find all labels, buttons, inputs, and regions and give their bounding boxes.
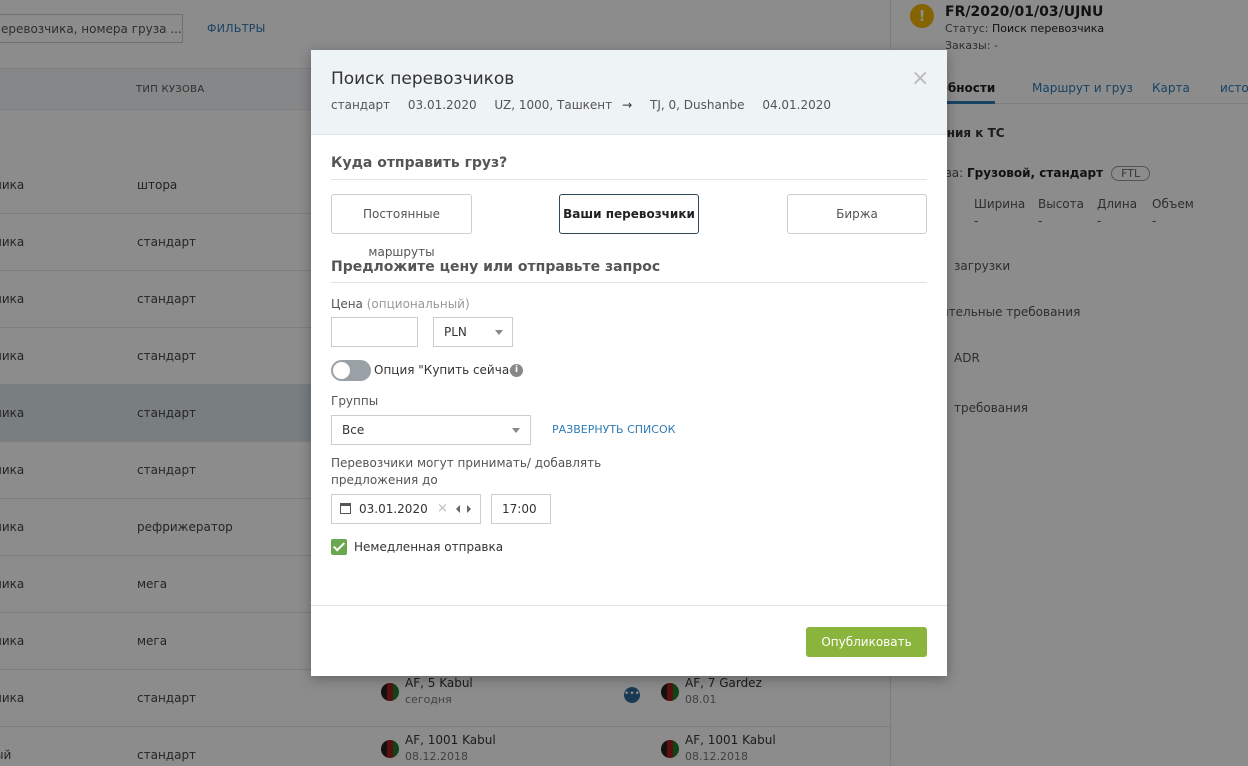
deadline-label-line-1: Перевозчики могут принимать/ добавлять: [331, 456, 602, 470]
info-icon[interactable]: i: [510, 364, 523, 377]
price-input[interactable]: [331, 317, 418, 347]
buy-now-label: Опция "Купить сейчас": [374, 363, 522, 377]
publish-button[interactable]: Опубликовать: [806, 627, 927, 657]
arrow-right-icon: →: [622, 98, 633, 112]
where-to-send-title: Куда отправить груз?: [331, 155, 508, 171]
deadline-time-input[interactable]: 17:00: [491, 494, 551, 524]
route-unload-date: 04.01.2020: [762, 98, 832, 112]
modal-footer: Опубликовать: [311, 605, 947, 676]
deadline-date-value: 03.01.2020: [359, 502, 428, 516]
carrier-search-modal: Поиск перевозчиков × стандарт 03.01.2020…: [311, 50, 947, 676]
price-label-text: Цена: [331, 297, 363, 311]
exchange-button[interactable]: Биржа: [787, 194, 927, 234]
groups-select[interactable]: Все: [331, 415, 531, 445]
immediate-send-label: Немедленная отправка: [354, 540, 504, 554]
close-icon[interactable]: ×: [911, 68, 929, 90]
chevron-down-icon: [495, 330, 503, 335]
divider: [331, 282, 927, 283]
chevron-down-icon: [512, 428, 520, 433]
deadline-date-picker[interactable]: 03.01.2020 ×: [331, 494, 481, 524]
your-carriers-button[interactable]: Ваши перевозчики: [559, 194, 699, 234]
modal-header: Поиск перевозчиков × стандарт 03.01.2020…: [311, 50, 947, 135]
price-label: Цена (опциональный): [331, 297, 470, 311]
toggle-knob: [333, 362, 350, 379]
chevron-right-icon[interactable]: [467, 505, 471, 513]
route-to: TJ, 0, Dushanbe: [650, 98, 745, 112]
chevron-left-icon[interactable]: [456, 505, 460, 513]
currency-value: PLN: [444, 325, 467, 339]
groups-label: Группы: [331, 394, 379, 408]
regular-routes-button[interactable]: Постоянные маршруты: [331, 194, 472, 259]
route-load-date: 03.01.2020: [407, 98, 477, 112]
route-body-type: стандарт: [331, 98, 391, 112]
divider: [331, 179, 927, 180]
route-summary: стандарт 03.01.2020 UZ, 1000, Ташкент → T…: [331, 98, 845, 112]
immediate-send-checkbox[interactable]: [331, 539, 347, 555]
buy-now-toggle[interactable]: [331, 360, 371, 381]
price-optional-hint: (опциональный): [366, 297, 470, 311]
clear-icon[interactable]: ×: [437, 495, 448, 523]
deadline-label-line-2: предложения до: [331, 473, 438, 487]
calendar-icon: [340, 503, 351, 514]
modal-title: Поиск перевозчиков: [331, 69, 515, 89]
offer-price-title: Предложите цену или отправьте запрос: [331, 259, 661, 275]
route-from: UZ, 1000, Ташкент: [494, 98, 613, 112]
groups-value: Все: [342, 423, 365, 437]
expand-list-link[interactable]: РАЗВЕРНУТЬ СПИСОК: [552, 423, 675, 436]
currency-select[interactable]: PLN: [433, 317, 513, 347]
